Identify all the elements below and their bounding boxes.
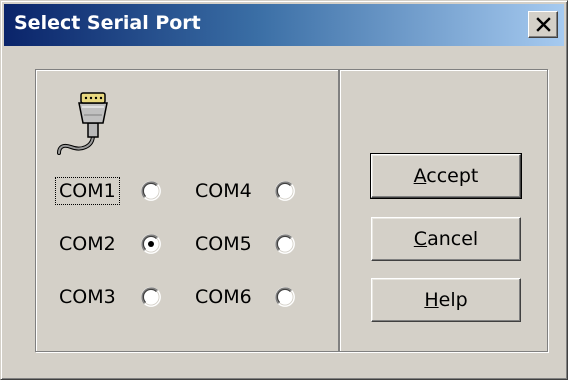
- radio-com1[interactable]: [141, 181, 161, 201]
- select-serial-port-dialog: Select Serial Port COM1 COM2 COM3 COM4 C…: [0, 0, 568, 380]
- serial-connector-icon: [57, 92, 108, 155]
- close-icon: [536, 17, 551, 32]
- port-label-com2[interactable]: COM2: [55, 230, 120, 258]
- radio-com2[interactable]: [141, 234, 161, 254]
- dialog-title: Select Serial Port: [14, 12, 201, 34]
- cancel-mnemonic: C: [413, 228, 428, 250]
- accept-button[interactable]: Accept: [370, 153, 522, 199]
- help-mnemonic: H: [424, 289, 439, 311]
- port-label-com3[interactable]: COM3: [55, 283, 120, 311]
- port-option-com5[interactable]: COM5: [191, 230, 301, 258]
- port-label-com1[interactable]: COM1: [55, 177, 120, 205]
- port-label-com4[interactable]: COM4: [191, 177, 256, 205]
- port-option-com4[interactable]: COM4: [191, 177, 301, 205]
- radio-com6[interactable]: [275, 287, 295, 307]
- accept-mnemonic: A: [413, 165, 427, 187]
- radio-com4[interactable]: [275, 181, 295, 201]
- port-option-com1[interactable]: COM1: [55, 177, 165, 205]
- port-option-com6[interactable]: COM6: [191, 283, 301, 311]
- title-bar[interactable]: Select Serial Port: [4, 4, 564, 46]
- port-option-com3[interactable]: COM3: [55, 283, 165, 311]
- port-label-com6[interactable]: COM6: [191, 283, 256, 311]
- accept-label: ccept: [426, 165, 479, 187]
- help-button[interactable]: Help: [371, 278, 521, 322]
- help-label: elp: [438, 289, 468, 311]
- cancel-button[interactable]: Cancel: [371, 217, 521, 261]
- port-label-com5[interactable]: COM5: [191, 230, 256, 258]
- radio-com5[interactable]: [275, 234, 295, 254]
- radio-com3[interactable]: [141, 287, 161, 307]
- cancel-label: ancel: [427, 228, 479, 250]
- port-option-com2[interactable]: COM2: [55, 230, 165, 258]
- close-button[interactable]: [528, 11, 558, 38]
